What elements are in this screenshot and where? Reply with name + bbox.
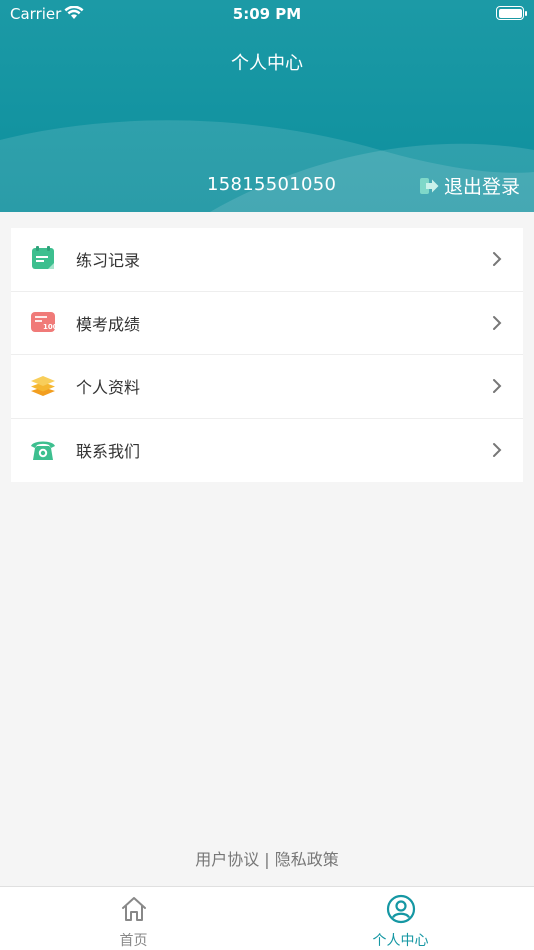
logout-label: 退出登录: [443, 176, 520, 198]
home-icon: [121, 897, 146, 921]
user-phone-number: 15815501050: [207, 174, 337, 195]
footer-links: 用户协议 | 隐私政策: [0, 846, 534, 870]
menu-item-profile-info[interactable]: 个人资料: [11, 355, 523, 419]
menu-item-contact-us[interactable]: 联系我们: [11, 419, 523, 483]
profile-header: Carrier 5:09 PM 个人中心 15815501050 退出登录: [0, 0, 534, 212]
profile-layers-icon: [31, 376, 55, 396]
tab-bar: 首页 个人中心: [0, 886, 534, 950]
chevron-right-icon: [493, 379, 502, 393]
chevron-right-icon: [493, 252, 502, 266]
tab-profile[interactable]: 个人中心: [267, 887, 534, 950]
profile-menu: 练习记录 100 模考成绩 个人资料 联系我们: [11, 228, 523, 482]
svg-text:100: 100: [43, 323, 56, 331]
logout-icon: [419, 177, 439, 194]
tab-home[interactable]: 首页: [0, 887, 267, 950]
menu-item-label: 联系我们: [76, 442, 141, 462]
tab-profile-label: 个人中心: [372, 933, 429, 949]
status-bar: Carrier 5:09 PM: [0, 0, 534, 28]
exam-score-icon: 100: [31, 311, 56, 332]
logout-button[interactable]: 退出登录: [418, 172, 520, 199]
menu-item-label: 模考成绩: [76, 314, 141, 334]
menu-item-practice-record[interactable]: 练习记录: [11, 228, 523, 292]
status-time: 5:09 PM: [232, 5, 302, 23]
tab-home-label: 首页: [119, 933, 148, 949]
page-title: 个人中心: [231, 53, 303, 74]
privacy-policy-link[interactable]: 隐私政策: [275, 850, 339, 869]
footer-separator: |: [259, 850, 275, 869]
menu-item-label: 个人资料: [76, 378, 141, 398]
chevron-right-icon: [493, 315, 502, 330]
user-circle-icon: [386, 894, 415, 924]
chevron-right-icon: [493, 442, 502, 457]
battery-icon: [496, 6, 527, 20]
practice-record-icon: [32, 246, 54, 269]
phone-icon: [31, 441, 55, 460]
menu-item-label: 练习记录: [76, 251, 141, 271]
user-agreement-link[interactable]: 用户协议: [195, 850, 259, 869]
menu-item-exam-score[interactable]: 100 模考成绩: [11, 292, 523, 355]
